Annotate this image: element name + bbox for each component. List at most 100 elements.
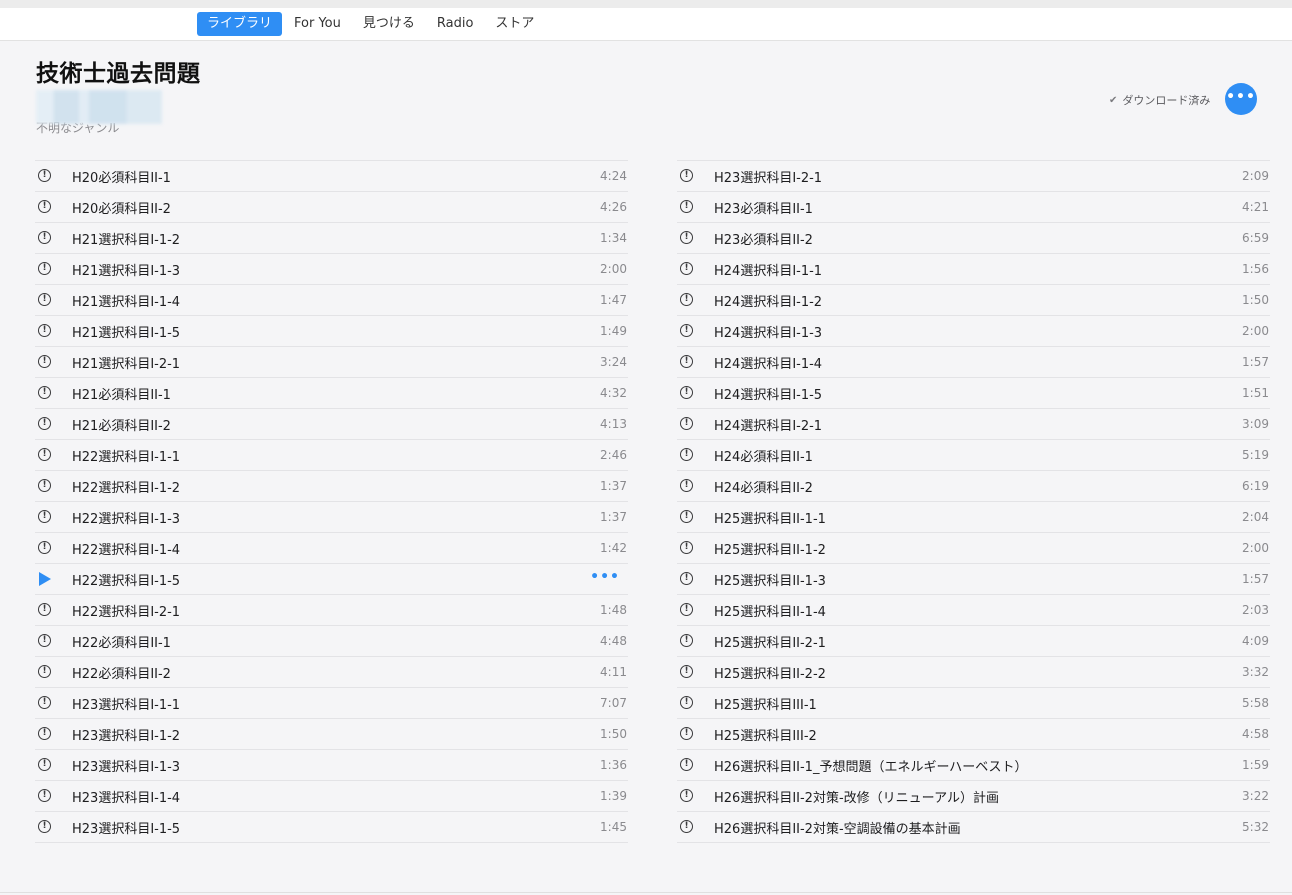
tab-radio[interactable]: Radio — [427, 12, 484, 36]
track-row[interactable]: ! H25選択科目II-1-4 2:03 — [677, 595, 1270, 626]
track-row[interactable]: ! H22選択科目I-2-1 1:48 — [35, 595, 628, 626]
track-row[interactable]: ! H23選択科目I-1-3 1:36 — [35, 750, 628, 781]
track-row[interactable]: ! H25選択科目II-1-2 2:00 — [677, 533, 1270, 564]
alert-circle-icon: ! — [680, 572, 693, 585]
track-row[interactable]: ! H23選択科目I-1-5 1:45 — [35, 812, 628, 843]
track-row[interactable]: ! H23選択科目I-1-4 1:39 — [35, 781, 628, 812]
track-title: H25選択科目II-1-2 — [714, 542, 826, 558]
track-row[interactable]: ! H21必須科目II-1 4:32 — [35, 378, 628, 409]
track-duration: 6:59 — [1242, 231, 1269, 245]
track-title: H21必須科目II-1 — [72, 387, 171, 403]
track-title: H25選択科目III-1 — [714, 697, 817, 713]
track-duration: 3:24 — [600, 355, 627, 369]
track-row[interactable]: ! H26選択科目II-2対策-改修（リニューアル）計画 3:22 — [677, 781, 1270, 812]
track-title: H25選択科目II-2-1 — [714, 635, 826, 651]
track-row[interactable]: ! H22必須科目II-1 4:48 — [35, 626, 628, 657]
album-more-button[interactable]: ••• — [1225, 83, 1257, 115]
tab-browse[interactable]: 見つける — [353, 12, 425, 36]
track-row[interactable]: ! H24必須科目II-1 5:19 — [677, 440, 1270, 471]
track-title: H22選択科目I-2-1 — [72, 604, 181, 620]
track-duration: 2:00 — [600, 262, 627, 276]
track-title: H22選択科目I-1-4 — [72, 542, 181, 558]
track-row[interactable]: ! H21選択科目I-2-1 3:24 — [35, 347, 628, 378]
track-row[interactable]: ! H24選択科目I-1-3 2:00 — [677, 316, 1270, 347]
alert-circle-icon: ! — [38, 727, 51, 740]
track-row[interactable]: ! H25選択科目III-1 5:58 — [677, 688, 1270, 719]
track-duration: 7:07 — [600, 696, 627, 710]
track-row[interactable]: ! H26選択科目II-2対策-空調設備の基本計画 5:32 — [677, 812, 1270, 843]
track-duration: 3:32 — [1242, 665, 1269, 679]
track-duration: 2:09 — [1242, 169, 1269, 183]
track-row[interactable]: ! H20必須科目II-2 4:26 — [35, 192, 628, 223]
alert-circle-icon: ! — [38, 541, 51, 554]
track-row[interactable]: H22選択科目I-1-5 ••• — [35, 564, 628, 595]
track-row[interactable]: ! H23選択科目I-1-1 7:07 — [35, 688, 628, 719]
artist-name-blurred[interactable] — [36, 90, 162, 124]
alert-circle-icon: ! — [680, 262, 693, 275]
track-row[interactable]: ! H24選択科目I-1-1 1:56 — [677, 254, 1270, 285]
track-title: H21選択科目I-1-3 — [72, 263, 181, 279]
track-row[interactable]: ! H22選択科目I-1-4 1:42 — [35, 533, 628, 564]
track-duration: 4:32 — [600, 386, 627, 400]
track-title: H20必須科目II-2 — [72, 201, 171, 217]
alert-circle-icon: ! — [38, 634, 51, 647]
track-row[interactable]: ! H25選択科目II-2-1 4:09 — [677, 626, 1270, 657]
track-row[interactable]: ! H21必須科目II-2 4:13 — [35, 409, 628, 440]
track-row[interactable]: ! H21選択科目I-1-2 1:34 — [35, 223, 628, 254]
track-row[interactable]: ! H23必須科目II-1 4:21 — [677, 192, 1270, 223]
track-duration: 5:58 — [1242, 696, 1269, 710]
track-duration: 1:47 — [600, 293, 627, 307]
alert-circle-icon: ! — [38, 479, 51, 492]
check-icon: ✔ — [1109, 94, 1118, 106]
track-row[interactable]: ! H23必須科目II-2 6:59 — [677, 223, 1270, 254]
track-duration: 4:21 — [1242, 200, 1269, 214]
track-row[interactable]: ! H24必須科目II-2 6:19 — [677, 471, 1270, 502]
track-row[interactable]: ! H24選択科目I-1-4 1:57 — [677, 347, 1270, 378]
track-row[interactable]: ! H25選択科目II-1-3 1:57 — [677, 564, 1270, 595]
track-more-icon[interactable]: ••• — [590, 569, 620, 585]
track-title: H24選択科目I-1-1 — [714, 263, 823, 279]
track-title: H23選択科目I-1-4 — [72, 790, 181, 806]
track-row[interactable]: ! H20必須科目II-1 4:24 — [35, 161, 628, 192]
track-row[interactable]: ! H21選択科目I-1-3 2:00 — [35, 254, 628, 285]
alert-circle-icon: ! — [680, 417, 693, 430]
track-duration: 4:13 — [600, 417, 627, 431]
tab-for-you[interactable]: For You — [284, 12, 351, 36]
play-icon — [39, 572, 51, 586]
tab-store[interactable]: ストア — [485, 12, 544, 36]
alert-circle-icon: ! — [680, 448, 693, 461]
track-title: H24選択科目I-1-2 — [714, 294, 823, 310]
alert-circle-icon: ! — [680, 541, 693, 554]
track-title: H21選択科目I-1-5 — [72, 325, 181, 341]
alert-circle-icon: ! — [38, 231, 51, 244]
track-duration: 4:11 — [600, 665, 627, 679]
track-row[interactable]: ! H22選択科目I-1-1 2:46 — [35, 440, 628, 471]
alert-circle-icon: ! — [680, 603, 693, 616]
track-row[interactable]: ! H26選択科目II-1_予想問題（エネルギーハーベスト） 1:59 — [677, 750, 1270, 781]
track-duration: 4:58 — [1242, 727, 1269, 741]
track-row[interactable]: ! H21選択科目I-1-5 1:49 — [35, 316, 628, 347]
track-row[interactable]: ! H24選択科目I-1-5 1:51 — [677, 378, 1270, 409]
track-duration: 4:09 — [1242, 634, 1269, 648]
tab-library[interactable]: ライブラリ — [197, 12, 283, 36]
alert-circle-icon: ! — [680, 696, 693, 709]
track-row[interactable]: ! H23選択科目I-1-2 1:50 — [35, 719, 628, 750]
track-row[interactable]: ! H21選択科目I-1-4 1:47 — [35, 285, 628, 316]
track-row[interactable]: ! H24選択科目I-1-2 1:50 — [677, 285, 1270, 316]
track-row[interactable]: ! H22必須科目II-2 4:11 — [35, 657, 628, 688]
track-duration: 1:51 — [1242, 386, 1269, 400]
track-row[interactable]: ! H22選択科目I-1-2 1:37 — [35, 471, 628, 502]
track-row[interactable]: ! H25選択科目III-2 4:58 — [677, 719, 1270, 750]
track-title: H25選択科目II-1-3 — [714, 573, 826, 589]
track-title: H24必須科目II-1 — [714, 449, 813, 465]
alert-circle-icon: ! — [38, 603, 51, 616]
track-row[interactable]: ! H23選択科目I-2-1 2:09 — [677, 161, 1270, 192]
track-row[interactable]: ! H25選択科目II-2-2 3:32 — [677, 657, 1270, 688]
track-row[interactable]: ! H25選択科目II-1-1 2:04 — [677, 502, 1270, 533]
alert-circle-icon: ! — [680, 665, 693, 678]
track-duration: 2:00 — [1242, 324, 1269, 338]
alert-circle-icon: ! — [680, 324, 693, 337]
track-row[interactable]: ! H24選択科目I-2-1 3:09 — [677, 409, 1270, 440]
alert-circle-icon: ! — [680, 386, 693, 399]
track-row[interactable]: ! H22選択科目I-1-3 1:37 — [35, 502, 628, 533]
